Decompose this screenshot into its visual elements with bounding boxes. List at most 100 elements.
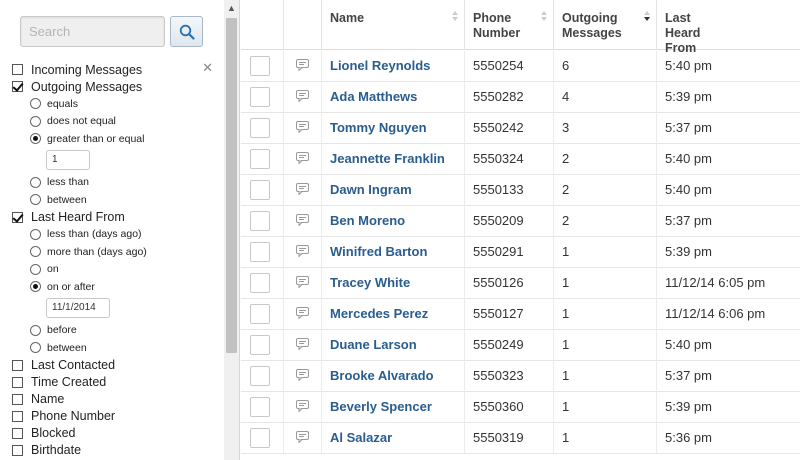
outgoing-count: 1	[554, 392, 657, 423]
row-checkbox[interactable]	[250, 428, 270, 448]
header-outgoing[interactable]: Outgoing Messages	[554, 0, 657, 50]
message-icon[interactable]	[296, 114, 309, 144]
filter-incoming-messages[interactable]: Incoming Messages ✕	[12, 60, 224, 78]
message-icon[interactable]	[296, 300, 309, 330]
contact-name-link[interactable]: Winifred Barton	[322, 237, 465, 268]
filter-phone-number[interactable]: Phone Number	[12, 408, 224, 425]
message-icon[interactable]	[296, 362, 309, 392]
header-last-heard[interactable]: Last Heard From	[657, 0, 800, 55]
checkbox[interactable]	[12, 444, 23, 456]
filter-value-input[interactable]	[46, 297, 110, 318]
radio-option-between[interactable]: between	[12, 191, 224, 209]
contact-name-link[interactable]: Duane Larson	[322, 330, 465, 361]
checkbox[interactable]	[12, 359, 23, 371]
close-icon[interactable]: ✕	[202, 60, 213, 76]
radio-button[interactable]	[30, 263, 41, 275]
contact-name-link[interactable]: Al Salazar	[322, 423, 465, 454]
row-checkbox[interactable]	[250, 304, 270, 324]
filter-birthdate[interactable]: Birthdate	[12, 442, 224, 459]
filter-value-input[interactable]	[46, 149, 90, 170]
radio-button[interactable]	[30, 246, 41, 258]
row-checkbox[interactable]	[250, 273, 270, 293]
radio-button[interactable]	[30, 342, 41, 354]
checkbox[interactable]	[12, 81, 23, 92]
filter-outgoing-messages[interactable]: Outgoing Messages	[12, 78, 224, 95]
contact-name-link[interactable]: Ada Matthews	[322, 82, 465, 113]
filter-label: Phone Number	[31, 409, 116, 423]
message-icon[interactable]	[296, 176, 309, 206]
radio-button[interactable]	[30, 133, 41, 145]
contact-name-link[interactable]: Lionel Reynolds	[322, 51, 465, 82]
radio-option-less-than[interactable]: less than	[12, 174, 224, 192]
sidebar-scrollbar[interactable]: ▲	[224, 0, 239, 460]
radio-button[interactable]	[30, 281, 41, 293]
row-checkbox[interactable]	[250, 180, 270, 200]
row-checkbox[interactable]	[250, 211, 270, 231]
message-icon[interactable]	[296, 52, 309, 82]
contact-name-link[interactable]: Brooke Alvarado	[322, 361, 465, 392]
checkbox[interactable]	[12, 393, 23, 405]
message-icon[interactable]	[296, 424, 309, 454]
radio-option-before[interactable]: before	[12, 322, 224, 340]
contact-name-link[interactable]: Dawn Ingram	[322, 175, 465, 206]
scroll-up-icon[interactable]: ▲	[224, 0, 239, 16]
contact-name-link[interactable]: Jeannette Franklin	[322, 144, 465, 175]
radio-button[interactable]	[30, 324, 41, 336]
row-checkbox[interactable]	[250, 397, 270, 417]
radio-button[interactable]	[30, 194, 41, 206]
contact-name-link[interactable]: Mercedes Perez	[322, 299, 465, 330]
radio-option-greater-than-or-equal[interactable]: greater than or equal	[12, 130, 224, 148]
message-icon[interactable]	[296, 331, 309, 361]
outgoing-count: 1	[554, 330, 657, 361]
message-icon[interactable]	[296, 269, 309, 299]
row-checkbox[interactable]	[250, 366, 270, 386]
header-name[interactable]: Name	[322, 0, 465, 50]
radio-button[interactable]	[30, 115, 41, 127]
select-cell	[241, 237, 284, 268]
message-icon[interactable]	[296, 238, 309, 268]
radio-option-does-not-equal[interactable]: does not equal	[12, 113, 224, 131]
radio-option-more-than-days-ago[interactable]: more than (days ago)	[12, 243, 224, 261]
checkbox[interactable]	[12, 427, 23, 439]
contact-name-link[interactable]: Beverly Spencer	[322, 392, 465, 423]
radio-button[interactable]	[30, 228, 41, 240]
filter-name[interactable]: Name	[12, 391, 224, 408]
outgoing-count: 1	[554, 361, 657, 392]
message-cell	[284, 113, 322, 144]
checkbox[interactable]	[12, 410, 23, 422]
contact-name-link[interactable]: Ben Moreno	[322, 206, 465, 237]
radio-option-less-than-days-ago[interactable]: less than (days ago)	[12, 226, 224, 244]
header-phone[interactable]: Phone Number	[465, 0, 554, 50]
contact-name-link[interactable]: Tracey White	[322, 268, 465, 299]
filter-last-contacted[interactable]: Last Contacted	[12, 357, 224, 374]
radio-option-on-or-after[interactable]: on or after	[12, 278, 224, 296]
row-checkbox[interactable]	[250, 87, 270, 107]
filter-last-heard-from[interactable]: Last Heard From	[12, 209, 224, 226]
row-checkbox[interactable]	[250, 242, 270, 262]
search-button[interactable]	[170, 16, 203, 47]
filter-blocked[interactable]: Blocked	[12, 425, 224, 442]
radio-button[interactable]	[30, 98, 41, 110]
scrollbar-thumb[interactable]	[226, 18, 237, 353]
last-heard: 11/12/14 6:06 pm	[665, 306, 766, 321]
search-input[interactable]	[20, 16, 165, 47]
checkbox[interactable]	[12, 376, 23, 388]
radio-option-on[interactable]: on	[12, 261, 224, 279]
checkbox[interactable]	[12, 64, 23, 75]
radio-button[interactable]	[30, 176, 41, 188]
message-icon[interactable]	[296, 207, 309, 237]
message-icon[interactable]	[296, 145, 309, 175]
radio-label: before	[47, 324, 77, 337]
radio-option-between[interactable]: between	[12, 339, 224, 357]
message-icon[interactable]	[296, 83, 309, 113]
radio-option-equals[interactable]: equals	[12, 95, 224, 113]
checkbox[interactable]	[12, 211, 23, 223]
row-checkbox[interactable]	[250, 335, 270, 355]
row-checkbox[interactable]	[250, 149, 270, 169]
row-checkbox[interactable]	[250, 56, 270, 76]
message-icon[interactable]	[296, 393, 309, 423]
table-row: Tracey White 5550126 1 11/12/14 6:05 pm	[241, 268, 800, 299]
filter-time-created[interactable]: Time Created	[12, 374, 224, 391]
row-checkbox[interactable]	[250, 118, 270, 138]
contact-name-link[interactable]: Tommy Nguyen	[322, 113, 465, 144]
